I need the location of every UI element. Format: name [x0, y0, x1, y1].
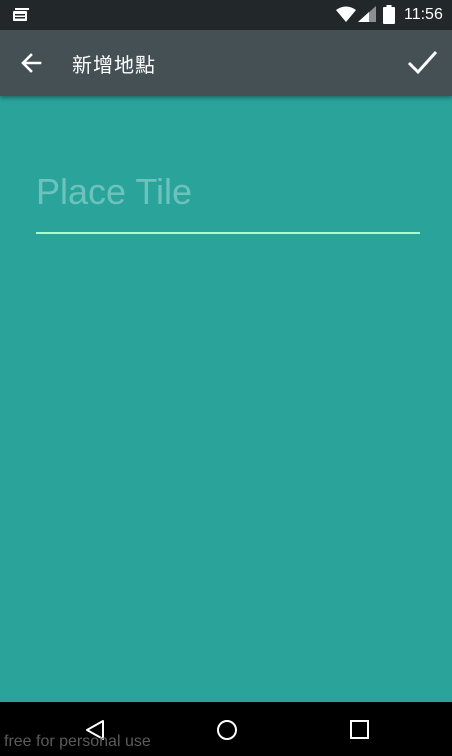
nav-recent-apps-icon[interactable] — [350, 720, 370, 744]
app-bar: 新增地點 — [0, 30, 452, 96]
arrow-left-icon — [21, 53, 42, 73]
confirm-button[interactable] — [404, 46, 440, 78]
battery-icon — [383, 5, 395, 28]
status-bar: 11:56 — [0, 0, 452, 30]
place-title-input[interactable] — [36, 172, 420, 212]
check-icon — [407, 50, 438, 75]
watermark: free for personal use — [4, 733, 151, 750]
status-clock: 11:56 — [404, 6, 443, 23]
form-area — [0, 96, 452, 702]
notification-icon — [13, 7, 29, 26]
input-underline — [36, 232, 420, 234]
signal-icon — [358, 6, 376, 26]
nav-home-icon[interactable] — [216, 719, 238, 745]
page-title: 新增地點 — [72, 53, 156, 77]
back-button[interactable] — [18, 49, 48, 77]
wifi-icon — [336, 6, 356, 26]
